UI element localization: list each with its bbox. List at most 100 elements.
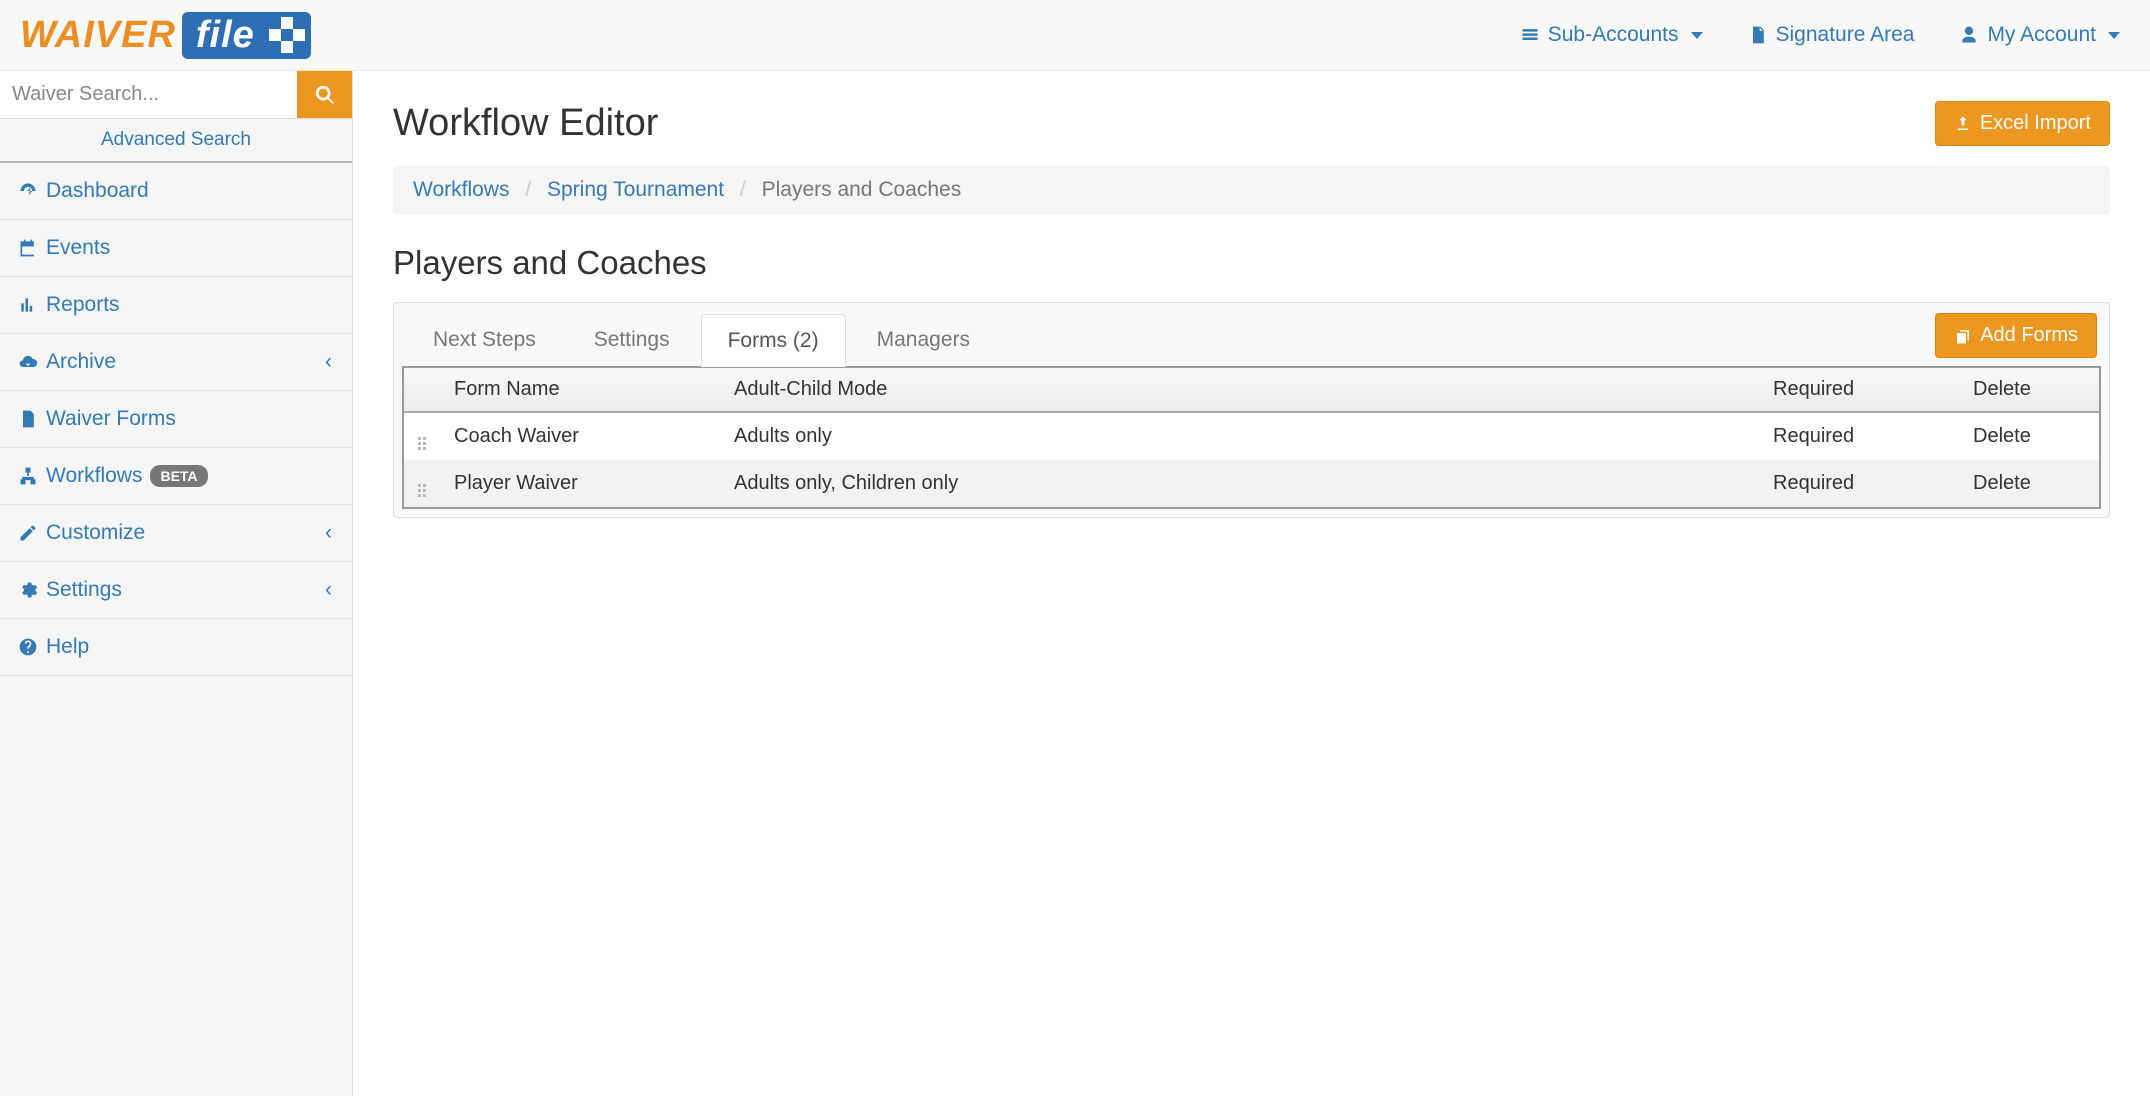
drag-dots-icon — [418, 484, 426, 497]
page-header: Workflow Editor Excel Import — [393, 101, 2110, 146]
chevron-left-icon: ‹ — [325, 578, 332, 602]
sidebar-item-customize[interactable]: Customize ‹ — [0, 505, 352, 561]
tab-settings[interactable]: Settings — [567, 313, 697, 366]
breadcrumb-workflows[interactable]: Workflows — [413, 178, 509, 201]
advanced-search-link[interactable]: Advanced Search — [101, 129, 251, 150]
sidebar-item-archive[interactable]: Archive ‹ — [0, 334, 352, 390]
logo-text-waiver: WAIVER — [20, 14, 176, 57]
sidebar-item-label: Workflows — [46, 464, 142, 488]
cloud-download-icon — [18, 352, 38, 372]
logo-file-box: file — [182, 12, 311, 59]
cell-required[interactable]: Required — [1759, 460, 1959, 507]
logo-text-file: file — [196, 14, 255, 57]
table-row: Player Waiver Adults only, Children only… — [404, 460, 2099, 507]
cell-delete[interactable]: Delete — [1959, 460, 2099, 507]
main-content: Workflow Editor Excel Import Workflows /… — [353, 71, 2150, 1096]
sidebar-item-waiver-forms[interactable]: Waiver Forms — [0, 391, 352, 447]
sidebar-item-dashboard[interactable]: Dashboard — [0, 163, 352, 219]
sidebar-item-label: Events — [46, 236, 110, 260]
top-header: WAIVER file Sub-Accounts Signature Area … — [0, 0, 2150, 71]
add-forms-button[interactable]: Add Forms — [1935, 313, 2097, 358]
side-nav: Dashboard Events Reports Archive ‹ Waive… — [0, 163, 352, 676]
section-title: Players and Coaches — [393, 244, 2110, 282]
drag-dots-icon — [418, 437, 426, 450]
sitemap-icon — [18, 466, 38, 486]
excel-import-label: Excel Import — [1980, 112, 2091, 135]
cell-delete[interactable]: Delete — [1959, 412, 2099, 460]
sidebar-item-label: Archive — [46, 350, 116, 374]
drag-handle[interactable] — [404, 412, 440, 460]
table-header-form-name[interactable]: Form Name — [440, 368, 720, 412]
nav-my-account[interactable]: My Account — [1959, 23, 2120, 47]
cell-form-name[interactable]: Coach Waiver — [440, 412, 720, 460]
search-button[interactable] — [297, 71, 352, 118]
table-row: Coach Waiver Adults only Required Delete — [404, 412, 2099, 460]
search-row — [0, 71, 352, 119]
user-icon — [1959, 25, 1979, 45]
sidebar-item-events[interactable]: Events — [0, 220, 352, 276]
nav-signature-label: Signature Area — [1776, 23, 1915, 47]
chevron-left-icon: ‹ — [325, 521, 332, 545]
sidebar-item-help[interactable]: Help — [0, 619, 352, 675]
list-icon — [1520, 25, 1540, 45]
excel-import-button[interactable]: Excel Import — [1935, 101, 2110, 146]
sidebar: Advanced Search Dashboard Events Reports… — [0, 71, 353, 1096]
breadcrumb: Workflows / Spring Tournament / Players … — [393, 166, 2110, 214]
cell-form-name[interactable]: Player Waiver — [440, 460, 720, 507]
question-circle-icon — [18, 637, 38, 657]
sidebar-item-label: Dashboard — [46, 179, 149, 203]
bar-chart-icon — [18, 295, 38, 315]
tab-next-steps[interactable]: Next Steps — [406, 313, 563, 366]
sidebar-item-label: Settings — [46, 578, 122, 602]
cell-required[interactable]: Required — [1759, 412, 1959, 460]
caret-down-icon — [1691, 32, 1703, 39]
dashboard-icon — [18, 181, 38, 201]
breadcrumb-sep: / — [525, 178, 531, 201]
chevron-left-icon: ‹ — [325, 350, 332, 374]
nav-signature-area[interactable]: Signature Area — [1748, 23, 1915, 47]
table-header-delete[interactable]: Delete — [1959, 368, 2099, 412]
search-input[interactable] — [0, 71, 297, 118]
sidebar-item-settings[interactable]: Settings ‹ — [0, 562, 352, 618]
top-nav: Sub-Accounts Signature Area My Account — [1520, 23, 2130, 47]
table-header-row: Form Name Adult-Child Mode Required Dele… — [404, 368, 2099, 412]
forms-table: Form Name Adult-Child Mode Required Dele… — [404, 368, 2099, 507]
gear-icon — [18, 580, 38, 600]
breadcrumb-sep: / — [740, 178, 746, 201]
breadcrumb-current: Players and Coaches — [762, 178, 962, 201]
edit-icon — [18, 523, 38, 543]
table-header-mode[interactable]: Adult-Child Mode — [720, 368, 1759, 412]
table-header-required[interactable]: Required — [1759, 368, 1959, 412]
tab-row: Next Steps Settings Forms (2) Managers A… — [394, 303, 2109, 366]
copy-icon — [1954, 327, 1972, 345]
sidebar-item-reports[interactable]: Reports — [0, 277, 352, 333]
cell-mode: Adults only — [720, 412, 1759, 460]
drag-handle[interactable] — [404, 460, 440, 507]
sidebar-item-label: Customize — [46, 521, 145, 545]
tab-managers[interactable]: Managers — [850, 313, 997, 366]
search-icon — [314, 84, 336, 106]
nav-sub-accounts-label: Sub-Accounts — [1548, 23, 1679, 47]
nav-my-account-label: My Account — [1987, 23, 2096, 47]
table-header-drag — [404, 368, 440, 412]
beta-badge: BETA — [150, 465, 207, 487]
file-text-icon — [18, 409, 38, 429]
nav-sub-accounts[interactable]: Sub-Accounts — [1520, 23, 1703, 47]
upload-icon — [1954, 115, 1972, 133]
cell-mode: Adults only, Children only — [720, 460, 1759, 507]
tab-panel: Next Steps Settings Forms (2) Managers A… — [393, 302, 2110, 518]
page-title: Workflow Editor — [393, 102, 658, 145]
breadcrumb-event[interactable]: Spring Tournament — [547, 178, 724, 201]
logo[interactable]: WAIVER file — [20, 12, 311, 59]
forms-table-wrap: Form Name Adult-Child Mode Required Dele… — [402, 366, 2101, 509]
sidebar-item-workflows[interactable]: Workflows BETA — [0, 448, 352, 504]
sidebar-item-label: Help — [46, 635, 89, 659]
tab-forms[interactable]: Forms (2) — [701, 314, 846, 367]
file-icon — [1748, 25, 1768, 45]
sidebar-item-label: Reports — [46, 293, 120, 317]
caret-down-icon — [2108, 32, 2120, 39]
logo-checker-icon — [269, 17, 305, 53]
sidebar-item-label: Waiver Forms — [46, 407, 176, 431]
add-forms-label: Add Forms — [1980, 324, 2078, 347]
calendar-icon — [18, 238, 38, 258]
